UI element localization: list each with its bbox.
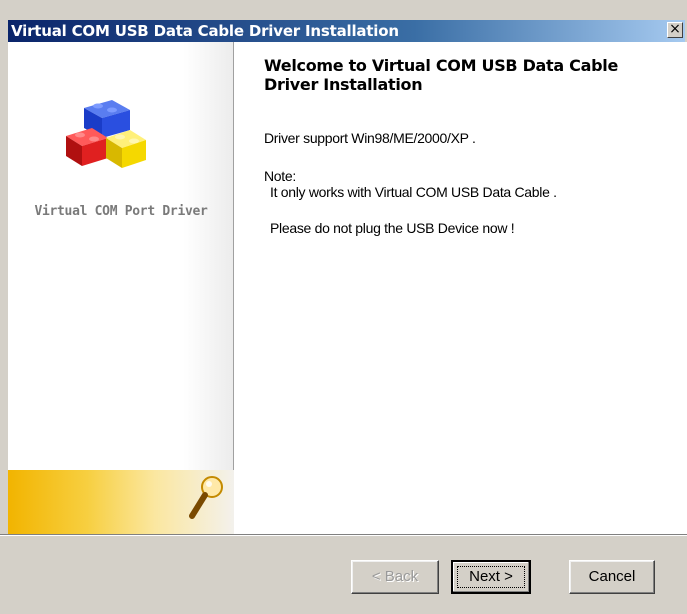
lego-blocks-icon	[66, 100, 146, 168]
installer-window: Virtual COM USB Data Cable Driver Instal…	[0, 0, 687, 614]
focus-rectangle	[457, 566, 525, 588]
title-bar[interactable]: Virtual COM USB Data Cable Driver Instal…	[8, 20, 685, 42]
side-panel: Virtual COM Port Driver	[8, 42, 234, 534]
cancel-button[interactable]: Cancel	[569, 560, 655, 594]
close-button[interactable]: ×	[667, 22, 683, 38]
side-caption: Virtual COM Port Driver	[34, 204, 208, 219]
welcome-panel: Welcome to Virtual COM USB Data Cable Dr…	[264, 56, 664, 236]
yellow-block	[106, 130, 146, 168]
close-icon: ×	[669, 21, 681, 37]
back-button-label: < Back	[371, 568, 419, 585]
usb-warning: Please do not plug the USB Device now !	[270, 220, 515, 236]
note-text: It only works with Virtual COM USB Data …	[270, 184, 557, 200]
cancel-button-label: Cancel	[588, 568, 636, 585]
note-label: Note:	[264, 168, 296, 184]
magnifier-icon	[189, 476, 223, 519]
footer-divider	[0, 535, 687, 536]
welcome-heading: Welcome to Virtual COM USB Data Cable Dr…	[264, 56, 619, 94]
window-title: Virtual COM USB Data Cable Driver Instal…	[11, 22, 399, 40]
back-button[interactable]: < Back	[351, 560, 439, 594]
side-banner	[8, 470, 234, 534]
support-text: Driver support Win98/ME/2000/XP .	[264, 130, 476, 146]
next-button[interactable]: Next >	[451, 560, 531, 594]
